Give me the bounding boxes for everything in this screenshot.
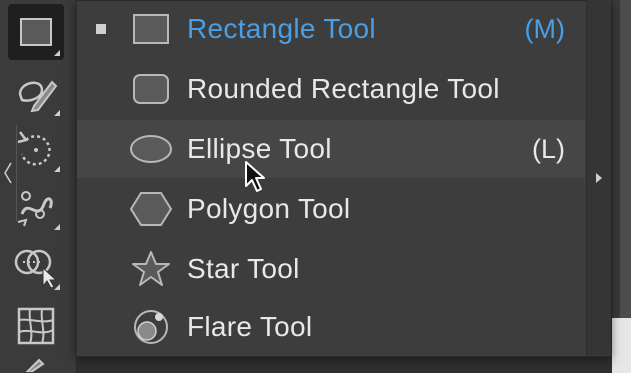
menu-item-polygon-tool[interactable]: Polygon Tool [77,180,585,238]
mouse-pointer-icon [245,161,265,192]
shape-builder-tool[interactable] [8,238,64,294]
submenu-indicator-icon [54,166,60,172]
menu-item-label: Star Tool [187,253,300,284]
selected-indicator [96,204,106,214]
rotate-icon [17,131,51,166]
selected-indicator [96,84,106,94]
submenu-indicator-icon [54,284,60,290]
shaper-pencil-icon [18,80,58,112]
next-tool-partial[interactable] [8,356,64,373]
selected-indicator [96,144,106,154]
flare-icon [129,307,173,347]
menu-item-shortcut: (L) [532,133,565,164]
shaper-tool[interactable] [8,64,64,120]
menu-item-star-tool[interactable]: Star Tool [77,240,585,298]
artboard-canvas[interactable] [612,0,631,373]
artboard-edge [612,318,631,373]
perspective-grid-tool[interactable] [8,298,64,354]
rectangle-tool[interactable] [8,4,64,60]
menu-item-shortcut: (M) [524,13,565,44]
shape-builder-icon [14,249,58,288]
menu-item-flare-tool[interactable]: Flare Tool [77,298,585,356]
menu-item-label: Flare Tool [187,311,313,342]
menu-item-label: Polygon Tool [187,193,351,224]
star-icon [129,249,173,289]
submenu-indicator-icon [54,110,60,116]
submenu-indicator-icon [54,224,60,230]
menu-item-rectangle-tool[interactable]: Rectangle Tool (M) [77,0,585,58]
pencil-icon [25,358,45,372]
puppet-warp-icon [17,191,53,227]
tools-panel [0,0,77,373]
rectangle-icon [129,9,173,49]
submenu-indicator-icon [54,50,60,56]
perspective-grid-icon [17,307,55,345]
menu-item-label: Ellipse Tool [187,133,332,164]
tearoff-button[interactable] [586,0,611,355]
selected-indicator [96,24,106,34]
puppet-warp-tool[interactable] [8,178,64,234]
menu-item-label: Rounded Rectangle Tool [187,73,500,104]
chevron-right-icon [596,172,602,183]
rounded-rectangle-icon [129,69,173,109]
menu-item-ellipse-tool[interactable]: Ellipse Tool (L) [77,120,585,178]
selected-indicator [96,322,106,332]
menu-item-rounded-rectangle-tool[interactable]: Rounded Rectangle Tool [77,60,585,118]
polygon-icon [129,189,173,229]
selected-indicator [96,264,106,274]
illustrator-workspace: Rectangle Tool (M) Rounded Rectangle Too… [0,0,631,373]
menu-item-label: Rectangle Tool [187,13,376,44]
rectangle-icon [20,18,52,46]
ellipse-icon [129,129,173,169]
rotate-tool[interactable] [8,120,64,176]
